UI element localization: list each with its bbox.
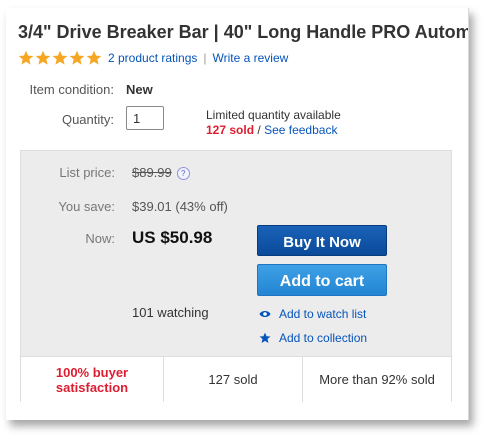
quantity-label: Quantity: (61, 112, 114, 127)
stats-bar: 100% buyer satisfaction 127 sold More th… (21, 356, 451, 402)
star-collection-icon (259, 332, 271, 343)
listing-panel: 3/4" Drive Breaker Bar | 40" Long Handle… (6, 8, 469, 420)
quantity-input[interactable] (126, 106, 164, 130)
limited-quantity-text: Limited quantity available (206, 108, 341, 122)
listing-title: 3/4" Drive Breaker Bar | 40" Long Handle… (18, 22, 469, 42)
write-review-link[interactable]: Write a review (213, 51, 289, 65)
quantity-availability: Limited quantity available 127 sold / Se… (206, 108, 341, 138)
list-price-label: List price: (59, 165, 115, 180)
buy-it-now-button[interactable]: Buy It Now (257, 225, 387, 256)
divider: | (203, 51, 207, 65)
you-save-value: $39.01 (43% off) (132, 199, 228, 214)
see-feedback-link[interactable]: See feedback (264, 123, 337, 137)
sold-separator: / (257, 123, 261, 137)
add-to-watch-list[interactable]: Add to watch list (259, 307, 366, 321)
add-to-collection-link[interactable]: Add to collection (279, 331, 367, 345)
price-box: List price: $89.99? You save: $39.01 (43… (20, 150, 452, 402)
star-icon (86, 50, 102, 65)
buyer-satisfaction-stat: 100% buyer satisfaction (21, 357, 164, 402)
list-price: $89.99? (132, 165, 190, 180)
star-rating[interactable] (18, 50, 102, 66)
sold-stat: 127 sold (164, 357, 303, 402)
add-to-watch-list-link[interactable]: Add to watch list (279, 307, 366, 321)
list-price-value: $89.99 (132, 165, 172, 180)
buyer-satisfaction-line1: 100% buyer (55, 364, 129, 380)
add-to-collection[interactable]: Add to collection (259, 331, 367, 345)
now-label: Now: (85, 231, 115, 246)
star-icon (18, 50, 34, 65)
eye-icon (259, 311, 271, 317)
now-price-value: US $50.98 (132, 228, 213, 247)
item-condition-label: Item condition: (29, 82, 114, 97)
buyer-satisfaction-line2: satisfaction (55, 379, 129, 395)
help-icon[interactable]: ? (176, 167, 190, 180)
sold-percent-stat: More than 92% sold (319, 372, 435, 387)
star-icon (69, 50, 85, 65)
add-to-cart-button[interactable]: Add to cart (257, 264, 387, 296)
buyer-satisfaction-text: 100% buyer satisfaction (56, 365, 128, 395)
you-save-label: You save: (58, 199, 115, 214)
product-ratings-link[interactable]: 2 product ratings (108, 51, 197, 65)
star-icon (35, 50, 51, 65)
watching-count: 101 watching (132, 305, 209, 320)
sold-count: 127 sold (206, 123, 255, 137)
star-icon (52, 50, 68, 65)
rating-row: 2 product ratings | Write a review (18, 50, 288, 66)
item-condition-value: New (126, 82, 153, 97)
